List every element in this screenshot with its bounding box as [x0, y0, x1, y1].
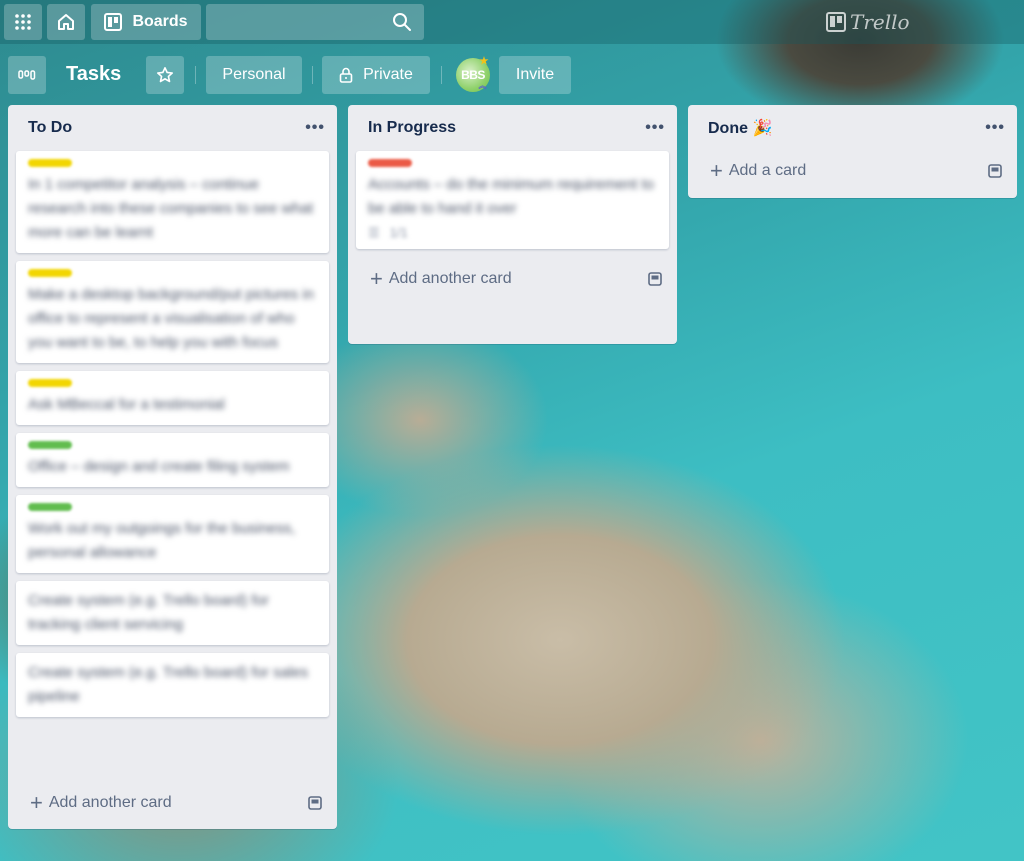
more-horizontal-icon[interactable]: •••: [645, 119, 665, 137]
card[interactable]: Make a desktop background/put pictures i…: [16, 261, 329, 363]
home-button[interactable]: [47, 4, 85, 40]
team-button[interactable]: Personal: [206, 56, 302, 94]
invite-label: Invite: [515, 66, 555, 83]
top-header: Boards Trello: [0, 0, 1024, 44]
more-horizontal-icon[interactable]: •••: [305, 119, 325, 137]
list-todo: To Do ••• In 1 competitor analysis – con…: [8, 105, 337, 829]
admin-chevron-icon: ︽: [478, 81, 487, 90]
card-title: In 1 competitor analysis – continue rese…: [28, 176, 314, 241]
card-list: Accounts – do the minimum requirement to…: [348, 151, 677, 249]
card-title: Office – design and create filing system: [28, 458, 290, 475]
card[interactable]: Accounts – do the minimum requirement to…: [356, 151, 669, 249]
plus-icon: +: [710, 158, 723, 183]
add-card-row: + Add a card: [688, 151, 1017, 191]
list-done: Done 🎉 ••• + Add a card: [688, 105, 1017, 198]
card-label: [28, 379, 72, 387]
card[interactable]: Create system (e.g. Trello board) for sa…: [16, 653, 329, 717]
add-card-button[interactable]: + Add another card: [370, 266, 512, 292]
add-card-button[interactable]: + Add another card: [30, 790, 172, 816]
search-icon[interactable]: [392, 12, 412, 32]
boards-label: Boards: [132, 13, 188, 30]
board-title[interactable]: Tasks: [66, 63, 121, 86]
card-title: Create system (e.g. Trello board) for tr…: [28, 592, 269, 633]
visibility-label: Private: [363, 66, 413, 83]
card[interactable]: In 1 competitor analysis – continue rese…: [16, 151, 329, 253]
list-header: Done 🎉 •••: [688, 105, 1017, 151]
board-switcher-icon: [18, 70, 36, 80]
card-template-icon[interactable]: [647, 271, 663, 287]
boards-button[interactable]: Boards: [91, 4, 201, 40]
card-template-icon[interactable]: [307, 795, 323, 811]
card[interactable]: Work out my outgoings for the business, …: [16, 495, 329, 573]
card-badges: ☰ 1/1: [368, 225, 659, 241]
divider: [312, 66, 313, 84]
list-title[interactable]: In Progress: [368, 119, 456, 137]
add-card-label: Add another card: [388, 270, 512, 287]
crown-icon: ★: [479, 56, 489, 67]
star-button[interactable]: [146, 56, 184, 94]
lock-icon: [339, 67, 353, 83]
logo-text: Trello: [850, 10, 910, 34]
card[interactable]: Create system (e.g. Trello board) for tr…: [16, 581, 329, 645]
card-title: Create system (e.g. Trello board) for sa…: [28, 664, 309, 705]
more-horizontal-icon[interactable]: •••: [985, 119, 1005, 137]
boards-icon: [104, 13, 123, 31]
checklist-badge: 1/1: [389, 225, 408, 240]
card-title: Ask MBeccal for a testimonial: [28, 396, 225, 413]
visibility-button[interactable]: Private: [322, 56, 430, 94]
plus-icon: +: [30, 790, 43, 815]
invite-button[interactable]: Invite: [499, 56, 571, 94]
list-title[interactable]: Done 🎉: [708, 118, 772, 138]
list-header: To Do •••: [8, 105, 337, 151]
board-header: Tasks Personal Private BBS ★ ︽ Invite: [0, 50, 1024, 100]
card[interactable]: Ask MBeccal for a testimonial: [16, 371, 329, 425]
card-template-icon[interactable]: [987, 163, 1003, 179]
card-title: Make a desktop background/put pictures i…: [28, 286, 315, 351]
member-avatar[interactable]: BBS ★ ︽: [456, 56, 490, 92]
team-label: Personal: [222, 66, 286, 83]
card-title: Work out my outgoings for the business, …: [28, 520, 296, 561]
board-menu-button[interactable]: [8, 56, 46, 94]
home-icon: [58, 14, 74, 30]
star-icon: [156, 66, 174, 83]
add-card-label: Add another card: [48, 794, 172, 811]
add-card-button[interactable]: + Add a card: [710, 158, 806, 184]
card-label: [28, 503, 72, 511]
card-list: In 1 competitor analysis – continue rese…: [8, 151, 337, 717]
add-card-row: + Add another card: [8, 781, 337, 825]
list-title[interactable]: To Do: [28, 119, 72, 137]
card-label: [28, 159, 72, 167]
card-title: Accounts – do the minimum requirement to…: [368, 176, 654, 217]
card-label: [28, 269, 72, 277]
list-header: In Progress •••: [348, 105, 677, 151]
divider: [441, 66, 442, 84]
search-input[interactable]: [206, 4, 424, 40]
card-label: [28, 441, 72, 449]
trello-logo[interactable]: Trello: [826, 10, 910, 34]
divider: [195, 66, 196, 84]
description-icon: ☰: [368, 225, 380, 240]
card[interactable]: Office – design and create filing system: [16, 433, 329, 487]
apps-button[interactable]: [4, 4, 42, 40]
grid-icon: [15, 14, 31, 30]
card-label: [368, 159, 412, 167]
add-card-row: + Add another card: [348, 257, 677, 301]
trello-logo-icon: [826, 12, 846, 32]
list-in-progress: In Progress ••• Accounts – do the minimu…: [348, 105, 677, 344]
plus-icon: +: [370, 266, 383, 291]
add-card-label: Add a card: [728, 162, 807, 179]
